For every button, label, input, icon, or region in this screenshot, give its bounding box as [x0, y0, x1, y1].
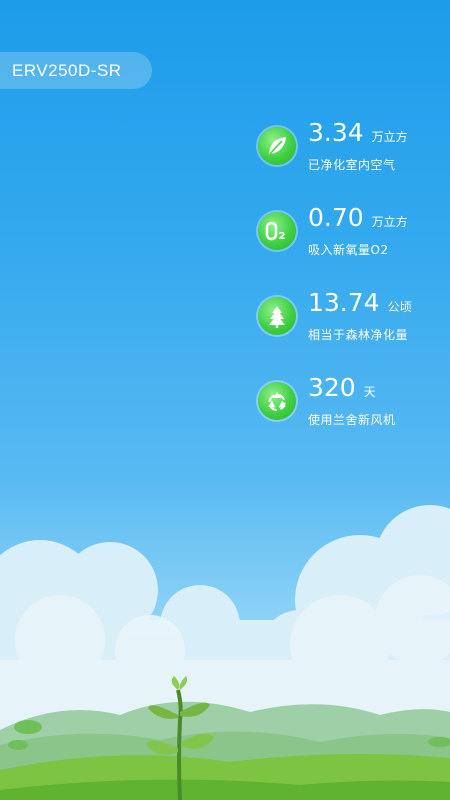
stat-label: 使用兰舍新风机 — [308, 413, 396, 427]
stat-unit: 公顷 — [387, 300, 412, 314]
stat-label: 吸入新氧量O2 — [308, 243, 389, 257]
stat-value: 13.74 — [308, 288, 380, 317]
stat-purified-air: 3.34 万立方 已净化室内空气 — [258, 118, 412, 203]
tree-icon — [258, 297, 296, 335]
stat-value: 3.34 — [308, 118, 364, 147]
device-name-pill[interactable]: ERV250D-SR — [0, 52, 152, 89]
stat-value: 0.70 — [308, 203, 364, 232]
stat-unit: 天 — [363, 385, 376, 399]
stat-unit: 万立方 — [371, 130, 408, 144]
o2-icon: 2 — [258, 212, 296, 250]
stat-unit: 万立方 — [371, 215, 408, 229]
stat-label: 已净化室内空气 — [308, 158, 396, 172]
svg-text:2: 2 — [279, 231, 286, 242]
stat-oxygen: 2 0.70 万立方 吸入新氧量O2 — [258, 203, 412, 288]
device-name: ERV250D-SR — [12, 60, 122, 80]
stat-forest-equivalent: 13.74 公顷 相当于森林净化量 — [258, 288, 412, 373]
stat-value: 320 — [308, 373, 356, 402]
stat-label: 相当于森林净化量 — [308, 328, 409, 342]
stats-list: 3.34 万立方 已净化室内空气 2 0.70 万立方 吸入新氧量O2 13.7… — [258, 118, 412, 458]
leaf-icon — [258, 127, 296, 165]
stat-usage-days: 320 天 使用兰舍新风机 — [258, 373, 412, 458]
recycle-icon — [258, 382, 296, 420]
